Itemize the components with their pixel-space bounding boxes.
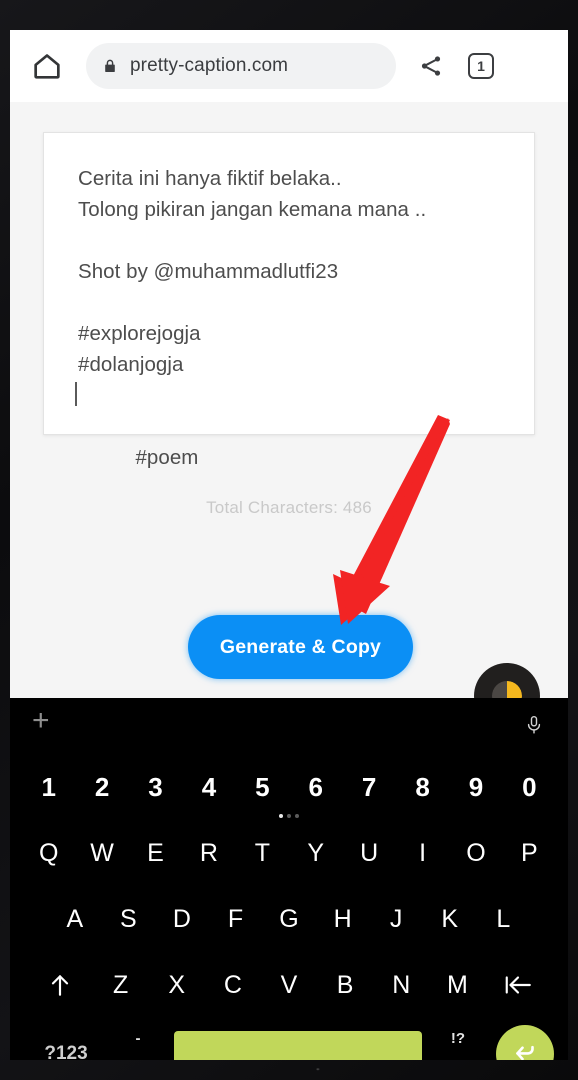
text-cursor	[75, 382, 77, 406]
caption-line: Shot by @muhammadlutfi23	[78, 260, 339, 283]
browser-toolbar: pretty-caption.com 1	[10, 30, 568, 102]
key-t[interactable]: T	[236, 839, 289, 868]
key-b[interactable]: B	[317, 971, 373, 1000]
keyboard-page-indicator	[279, 814, 299, 818]
caption-line-blank	[78, 287, 534, 318]
caption-textarea[interactable]: Cerita ini hanya fiktif belaka.. Tolong …	[43, 132, 535, 469]
keyboard-row-modifiers: ?123 - , !? .	[10, 1018, 568, 1060]
key-9[interactable]: 9	[449, 772, 502, 803]
key-o[interactable]: O	[449, 839, 502, 868]
key-w[interactable]: W	[75, 839, 128, 868]
key-s[interactable]: S	[102, 905, 156, 934]
key-r[interactable]: R	[182, 839, 235, 868]
key-v[interactable]: V	[261, 971, 317, 1000]
caption-line: #poem	[75, 380, 534, 504]
comma-key-label: ,	[135, 1052, 141, 1060]
key-k[interactable]: K	[423, 905, 477, 934]
lock-icon	[102, 57, 118, 75]
period-key[interactable]: !? .	[428, 1028, 488, 1060]
key-e[interactable]: E	[129, 839, 182, 868]
microphone-icon[interactable]	[524, 712, 544, 738]
key-f[interactable]: F	[209, 905, 263, 934]
enter-return-icon[interactable]	[496, 1025, 554, 1060]
keyboard-row-numbers: 1 2 3 4 5 6 7 8 9 0	[10, 754, 568, 820]
caption-line: #explorejogja	[78, 322, 201, 345]
key-x[interactable]: X	[149, 971, 205, 1000]
tab-counter-button[interactable]: 1	[468, 53, 494, 79]
comma-key-superscript: -	[135, 1030, 141, 1047]
url-text: pretty-caption.com	[130, 55, 289, 76]
web-page-body: Cerita ini hanya fiktif belaka.. Tolong …	[10, 102, 568, 729]
home-icon[interactable]	[30, 49, 64, 83]
key-c[interactable]: C	[205, 971, 261, 1000]
screenshot-frame: pretty-caption.com 1 Cerita ini hanya fi…	[0, 0, 578, 1080]
key-l[interactable]: L	[477, 905, 531, 934]
key-d[interactable]: D	[155, 905, 209, 934]
key-a[interactable]: A	[48, 905, 102, 934]
period-key-label: .	[455, 1052, 461, 1060]
key-m[interactable]: M	[429, 971, 485, 1000]
key-z[interactable]: Z	[93, 971, 149, 1000]
address-bar[interactable]: pretty-caption.com	[86, 43, 396, 89]
space-bar[interactable]	[174, 1031, 422, 1060]
keyboard-row-bottom-letters: Z X C V B N M	[10, 952, 568, 1018]
key-u[interactable]: U	[342, 839, 395, 868]
caption-line-text: #poem	[135, 446, 199, 469]
key-4[interactable]: 4	[182, 772, 235, 803]
add-icon[interactable]: +	[32, 706, 56, 736]
caption-line: #dolanjogja	[78, 353, 184, 376]
key-j[interactable]: J	[369, 905, 423, 934]
key-3[interactable]: 3	[129, 772, 182, 803]
character-count-label: Total Characters: 486	[206, 498, 372, 517]
tab-count-label: 1	[477, 58, 485, 74]
keyboard-toolbar: +	[10, 698, 568, 754]
key-1[interactable]: 1	[22, 772, 75, 803]
keyboard-row-qwerty: Q W E R T Y U I O P	[10, 820, 568, 886]
caption-line: Tolong pikiran jangan kemana mana ..	[78, 198, 427, 221]
key-q[interactable]: Q	[22, 839, 75, 868]
caption-line-blank	[78, 225, 534, 256]
key-i[interactable]: I	[396, 839, 449, 868]
phone-screen: pretty-caption.com 1 Cerita ini hanya fi…	[10, 30, 568, 1060]
key-h[interactable]: H	[316, 905, 370, 934]
key-p[interactable]: P	[503, 839, 556, 868]
share-icon[interactable]	[418, 53, 444, 79]
key-n[interactable]: N	[373, 971, 429, 1000]
caption-line: Cerita ini hanya fiktif belaka..	[78, 167, 342, 190]
on-screen-keyboard: + 1 2 3 4 5 6 7 8 9 0 Q W E R T Y U I O …	[10, 698, 568, 1060]
key-g[interactable]: G	[262, 905, 316, 934]
period-key-superscript: !?	[450, 1030, 466, 1047]
generate-and-copy-button[interactable]: Generate & Copy	[188, 615, 413, 679]
key-6[interactable]: 6	[289, 772, 342, 803]
keyboard-row-home: A S D F G H J K L	[10, 886, 568, 952]
backspace-icon[interactable]	[485, 972, 550, 998]
overflow-menu-icon[interactable]	[516, 53, 538, 79]
key-y[interactable]: Y	[289, 839, 342, 868]
comma-key[interactable]: - ,	[108, 1028, 168, 1060]
symbols-key[interactable]: ?123	[24, 1043, 108, 1060]
key-7[interactable]: 7	[342, 772, 395, 803]
key-5[interactable]: 5	[236, 772, 289, 803]
key-0[interactable]: 0	[503, 772, 556, 803]
key-2[interactable]: 2	[75, 772, 128, 803]
key-8[interactable]: 8	[396, 772, 449, 803]
shift-arrow-up-icon[interactable]	[28, 972, 93, 998]
